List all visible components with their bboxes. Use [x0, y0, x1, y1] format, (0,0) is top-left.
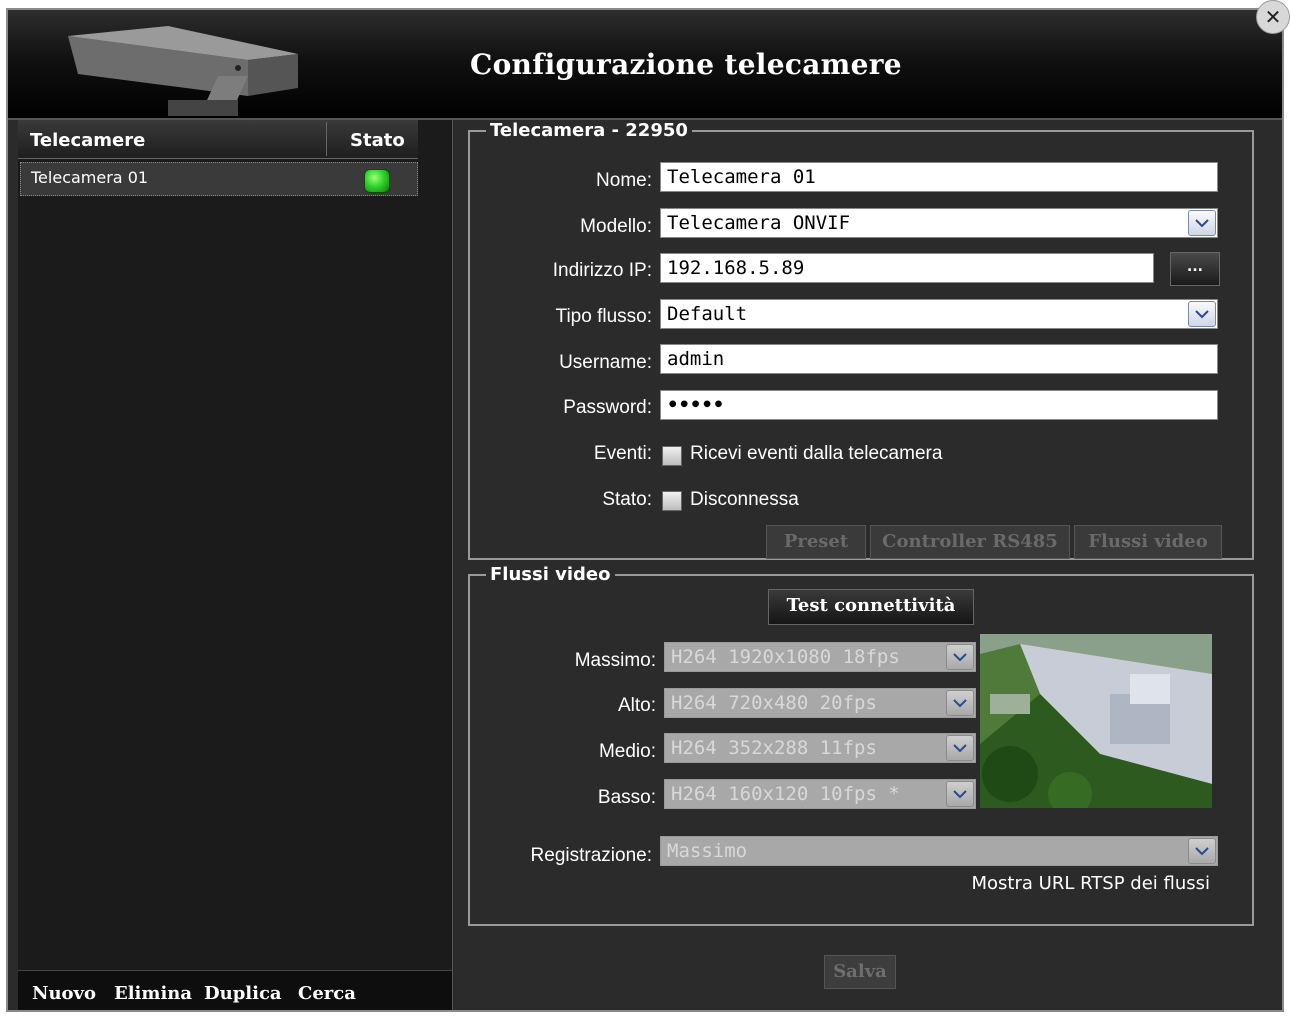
stream-basso-dropdown-arrow-icon[interactable]	[946, 781, 974, 807]
modello-dropdown-arrow-icon[interactable]	[1188, 210, 1216, 236]
flussi-video-button[interactable]: Flussi video	[1074, 525, 1222, 559]
nuovo-button[interactable]: Nuovo	[32, 983, 96, 1004]
nome-label: Nome:	[596, 170, 652, 191]
stream-alto-select[interactable]: H264 720x480 20fps	[664, 688, 976, 718]
column-divider	[326, 122, 327, 156]
stream-alto-label: Alto:	[617, 695, 656, 716]
ip-label: Indirizzo IP:	[552, 260, 652, 281]
tipo-flusso-label: Tipo flusso:	[555, 306, 652, 327]
stream-massimo-dropdown-arrow-icon[interactable]	[946, 644, 974, 670]
stream-massimo-label: Massimo:	[574, 650, 656, 671]
password-label: Password:	[563, 397, 652, 418]
tipo-flusso-select[interactable]: Default	[660, 299, 1218, 329]
column-header-telecamere[interactable]: Telecamere	[30, 130, 145, 151]
stato-label: Stato:	[602, 489, 652, 510]
video-streams-legend: Flussi video	[490, 564, 611, 585]
close-window-button[interactable]: ✕	[1256, 0, 1290, 34]
nome-input[interactable]: Telecamera 01	[660, 162, 1218, 192]
cerca-button[interactable]: Cerca	[298, 983, 356, 1004]
status-online-icon	[364, 169, 390, 193]
window-title: Configurazione telecamere	[470, 48, 902, 81]
ip-input[interactable]: 192.168.5.89	[660, 253, 1154, 283]
stato-checkbox-label[interactable]: Disconnessa	[690, 489, 799, 511]
camera-list-footer: Nuovo Elimina Duplica Cerca	[18, 970, 452, 1010]
elimina-button[interactable]: Elimina	[114, 983, 192, 1004]
stream-medio-select[interactable]: H264 352x288 11fps	[664, 733, 976, 763]
eventi-label: Eventi:	[593, 443, 652, 464]
stream-massimo-select[interactable]: H264 1920x1080 18fps	[664, 642, 976, 672]
stream-alto-dropdown-arrow-icon[interactable]	[946, 690, 974, 716]
camera-logo-icon	[68, 26, 298, 116]
username-label: Username:	[559, 352, 652, 373]
modello-label: Modello:	[580, 216, 652, 237]
preset-button[interactable]: Preset	[766, 525, 866, 559]
duplica-button[interactable]: Duplica	[204, 983, 282, 1004]
stream-medio-dropdown-arrow-icon[interactable]	[946, 735, 974, 761]
modello-select[interactable]: Telecamera ONVIF	[660, 208, 1218, 238]
stream-basso-label: Basso:	[597, 787, 656, 808]
registrazione-select[interactable]: Massimo	[660, 836, 1218, 866]
password-input[interactable]: •••••	[660, 390, 1218, 420]
column-header-stato[interactable]: Stato	[350, 130, 405, 151]
controller-rs485-button[interactable]: Controller RS485	[870, 525, 1070, 559]
camera-list-row[interactable]: Telecamera 01	[20, 162, 418, 196]
tipo-flusso-dropdown-arrow-icon[interactable]	[1188, 301, 1216, 327]
window-header: Configurazione telecamere	[8, 10, 1282, 120]
username-input[interactable]: admin	[660, 344, 1218, 374]
registrazione-label: Registrazione:	[530, 845, 652, 866]
ip-browse-button[interactable]: ...	[1170, 252, 1220, 286]
save-button[interactable]: Salva	[824, 955, 896, 989]
camera-settings-legend: Telecamera - 22950	[490, 120, 688, 141]
camera-list-row-label: Telecamera 01	[31, 168, 149, 187]
stream-basso-select[interactable]: H264 160x120 10fps *	[664, 779, 976, 809]
eventi-checkbox[interactable]	[662, 446, 682, 466]
camera-list-panel: Telecamere Stato Telecamera 01 Nuovo Eli…	[18, 120, 453, 1010]
eventi-checkbox-label[interactable]: Ricevi eventi dalla telecamera	[690, 443, 942, 465]
camera-preview-image	[980, 634, 1212, 808]
show-rtsp-urls-link[interactable]: Mostra URL RTSP dei flussi	[900, 873, 1210, 894]
test-connectivity-button[interactable]: Test connettività	[768, 589, 974, 625]
camera-list-header: Telecamere Stato	[18, 120, 418, 159]
close-icon: ✕	[1264, 5, 1282, 29]
stream-medio-label: Medio:	[598, 741, 656, 762]
stato-checkbox[interactable]	[662, 491, 682, 511]
registrazione-dropdown-arrow-icon[interactable]	[1188, 838, 1216, 864]
